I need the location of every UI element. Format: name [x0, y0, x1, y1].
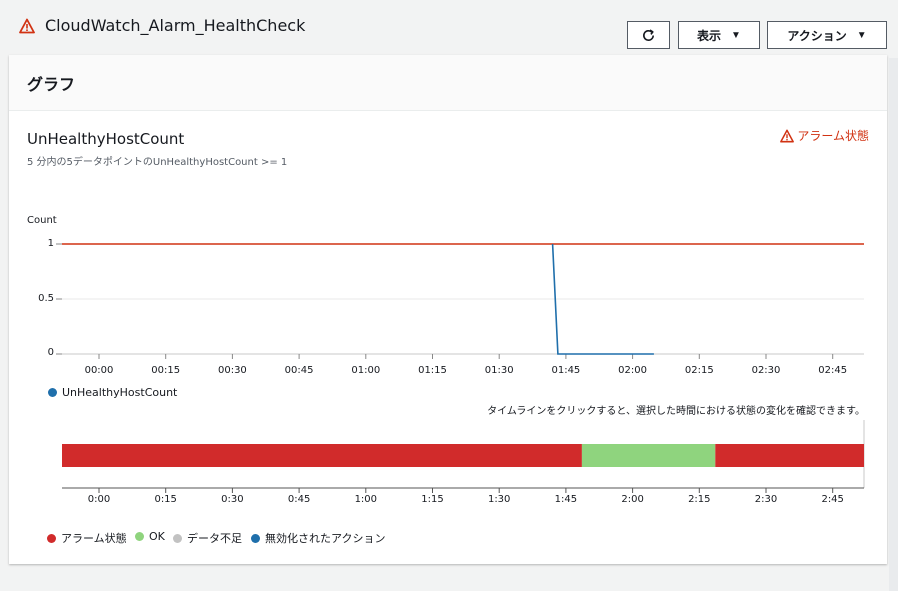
state-legend-item[interactable]: OK — [135, 530, 165, 543]
series-legend-item[interactable]: UnHealthyHostCount — [48, 386, 177, 399]
legend-label: OK — [149, 530, 165, 543]
view-dropdown-button[interactable]: 表示 ▼ — [678, 21, 760, 49]
graph-panel: グラフ UnHealthyHostCount 5 分内の5データポイントのUnH… — [9, 55, 887, 564]
timeline-tick-label: 1:45 — [554, 494, 578, 505]
x-tick-label: 01:30 — [484, 365, 514, 376]
alarm-header: CloudWatch_Alarm_HealthCheck 表示 ▼ アクション … — [0, 0, 898, 56]
x-tick-label: 00:30 — [217, 365, 247, 376]
warning-icon — [19, 18, 35, 33]
state-legend-item[interactable]: データ不足 — [173, 530, 242, 546]
page-scrollbar[interactable] — [889, 58, 898, 591]
timeline-segment-alarm — [62, 444, 582, 467]
timeline-tick-label: 2:30 — [754, 494, 778, 505]
timeline-tick-label: 0:00 — [87, 494, 111, 505]
metric-line-chart[interactable] — [9, 55, 887, 385]
timeline-tick-label: 0:30 — [221, 494, 244, 505]
legend-label: 無効化されたアクション — [265, 532, 386, 545]
alarm-title: CloudWatch_Alarm_HealthCheck — [45, 16, 306, 35]
x-tick-label: 02:15 — [684, 365, 714, 376]
timeline-tick-label: 2:45 — [821, 494, 844, 505]
legend-swatch — [47, 533, 56, 543]
x-tick-label: 01:15 — [418, 365, 447, 376]
timeline-tick-label: 1:00 — [354, 494, 378, 505]
timeline-segment-alarm — [715, 444, 864, 467]
actions-label: アクション — [787, 28, 847, 43]
legend-label: アラーム状態 — [61, 532, 127, 545]
refresh-button[interactable] — [627, 21, 670, 49]
timeline-segment-ok — [581, 444, 716, 467]
actions-dropdown-button[interactable]: アクション ▼ — [767, 21, 887, 49]
timeline-tick-label: 0:15 — [154, 494, 177, 505]
caret-down-icon: ▼ — [731, 29, 741, 41]
state-legend-item[interactable]: 無効化されたアクション — [251, 530, 385, 546]
timeline-tick-label: 1:15 — [421, 494, 444, 505]
x-tick-label: 01:00 — [351, 365, 381, 376]
x-tick-label: 02:45 — [818, 365, 848, 376]
legend-swatch — [48, 388, 57, 397]
timeline-tick-label: 2:00 — [621, 494, 644, 505]
legend-swatch — [173, 533, 182, 543]
x-tick-label: 02:30 — [751, 365, 781, 376]
refresh-icon — [643, 28, 654, 41]
x-tick-label: 01:45 — [551, 365, 581, 376]
x-tick-label: 00:00 — [84, 365, 114, 376]
x-tick-label: 00:45 — [284, 365, 314, 376]
timeline-tick-label: 2:15 — [688, 494, 711, 505]
legend-label: データ不足 — [187, 532, 242, 545]
x-tick-label: 00:15 — [151, 365, 181, 376]
legend-swatch — [135, 532, 144, 541]
x-tick-label: 02:00 — [618, 365, 647, 376]
legend-label: UnHealthyHostCount — [62, 386, 178, 399]
timeline-tick-label: 1:30 — [487, 494, 511, 505]
legend-swatch — [251, 533, 260, 543]
timeline-tick-label: 0:45 — [287, 494, 311, 505]
state-legend-item[interactable]: アラーム状態 — [47, 530, 127, 546]
view-label: 表示 — [697, 28, 722, 43]
state-timeline[interactable] — [9, 410, 887, 495]
caret-down-icon: ▼ — [856, 29, 867, 41]
alarm-title-wrap: CloudWatch_Alarm_HealthCheck — [19, 16, 305, 35]
